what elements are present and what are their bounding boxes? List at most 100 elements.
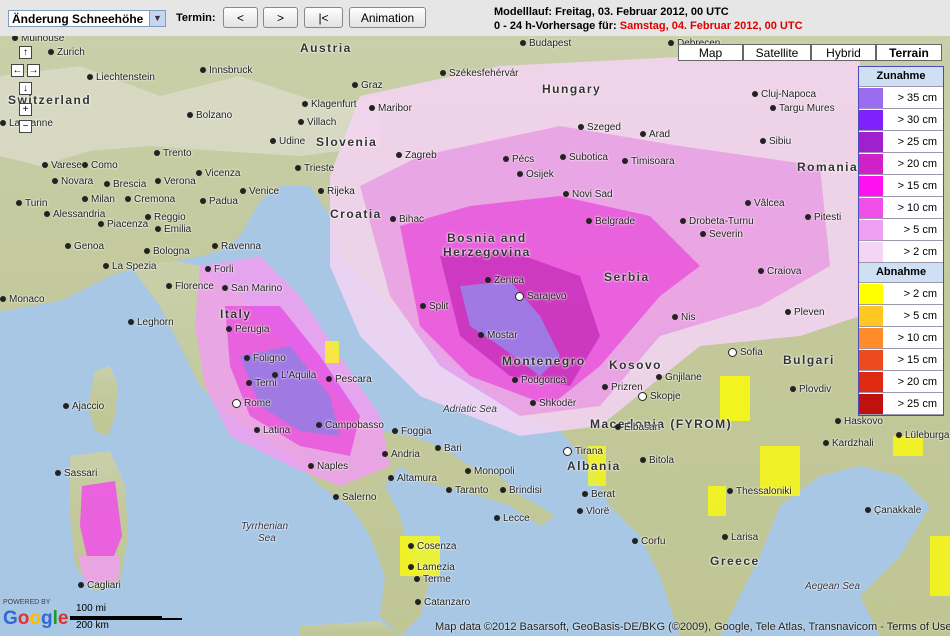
city-sofia: Sofia bbox=[728, 347, 763, 358]
legend-zunahme-label: > 25 cm bbox=[897, 135, 937, 148]
zoom-out-button[interactable]: − bbox=[19, 120, 32, 133]
forecast-text: 0 - 24 h-Vorhersage für: Samstag, 04. Fe… bbox=[494, 20, 803, 32]
city-bari: Bari bbox=[435, 443, 462, 454]
legend-zunahme-swatch bbox=[859, 241, 883, 262]
zoom-in-button[interactable]: + bbox=[19, 103, 32, 116]
legend-abnahme-label: > 20 cm bbox=[897, 375, 937, 388]
chevron-down-icon[interactable]: ▼ bbox=[149, 11, 165, 26]
city-monaco: Monaco bbox=[0, 294, 45, 305]
city-novi-sad: Novi Sad bbox=[563, 189, 613, 200]
city-timisoara: Timisoara bbox=[622, 156, 675, 167]
google-logo[interactable]: POWERED BY Google bbox=[3, 599, 68, 630]
city-podgorica: Podgorica bbox=[512, 375, 566, 386]
city-rome: Rome bbox=[232, 398, 271, 409]
city-brescia: Brescia bbox=[104, 179, 146, 190]
city-emilia: Emilia bbox=[155, 224, 191, 235]
label-bosnia-2: Herzegovina bbox=[443, 245, 531, 259]
first-button[interactable]: |< bbox=[304, 7, 343, 28]
city-terme: Terme bbox=[414, 574, 451, 585]
city-osijek: Osijek bbox=[517, 169, 554, 180]
city-cosenza: Cosenza bbox=[408, 541, 456, 552]
city-thessaloniki: Thessaloniki bbox=[727, 486, 792, 497]
city-shkoder: Shkodër bbox=[530, 398, 576, 409]
city-maribor: Maribor bbox=[369, 103, 412, 114]
legend-abnahme-row: > 20 cm bbox=[859, 371, 943, 393]
city-sarajevo: Sarajevo bbox=[515, 291, 566, 302]
pan-up-button[interactable]: ↑ bbox=[19, 46, 32, 59]
legend-abnahme-swatch bbox=[859, 327, 883, 348]
animation-button[interactable]: Animation bbox=[349, 7, 426, 28]
variable-select[interactable]: Änderung Schneehöhe ▼ bbox=[8, 10, 166, 27]
pan-left-button[interactable]: ← bbox=[11, 64, 24, 77]
label-greece: Greece bbox=[710, 554, 760, 568]
map-copyright: Map data ©2012 Basarsoft, GeoBasis-DE/BK… bbox=[435, 621, 950, 633]
city-plovdiv: Plovdiv bbox=[790, 384, 831, 395]
legend-zunahme-swatch bbox=[859, 153, 883, 174]
city-szekesfehervar: Székesfehérvár bbox=[440, 68, 518, 79]
city-subotica: Subotica bbox=[560, 152, 608, 163]
map-type-satellite[interactable]: Satellite bbox=[743, 44, 811, 61]
legend-zunahme-swatch bbox=[859, 87, 883, 108]
city-corfu: Corfu bbox=[632, 536, 665, 547]
pan-down-button[interactable]: ↓ bbox=[19, 82, 32, 95]
city-cremona: Cremona bbox=[125, 194, 175, 205]
variable-select-value: Änderung Schneehöhe bbox=[12, 12, 144, 26]
toolbar: Änderung Schneehöhe ▼ Termin: < > |< Ani… bbox=[0, 0, 950, 36]
label-serbia: Serbia bbox=[604, 270, 650, 284]
legend-abnahme-row: > 15 cm bbox=[859, 349, 943, 371]
legend-abnahme-title: Abnahme bbox=[859, 263, 943, 283]
city-perugia: Perugia bbox=[226, 324, 269, 335]
label-bosnia-1: Bosnia and bbox=[447, 231, 527, 245]
legend-zunahme-label: > 30 cm bbox=[897, 113, 937, 126]
next-button[interactable]: > bbox=[263, 7, 298, 28]
legend-abnahme-label: > 5 cm bbox=[903, 309, 937, 322]
prev-button[interactable]: < bbox=[223, 7, 258, 28]
city-bologna: Bologna bbox=[144, 246, 190, 257]
city-ajaccio: Ajaccio bbox=[63, 401, 104, 412]
city-haskovo: Haskovo bbox=[835, 416, 883, 427]
forecast-prefix: 0 - 24 h-Vorhersage für: bbox=[494, 20, 617, 32]
label-tyrrhenian-1: Tyrrhenian bbox=[241, 521, 289, 532]
city-valcea: Vâlcea bbox=[745, 198, 785, 209]
legend-abnahme-swatch bbox=[859, 393, 883, 414]
map-type-terrain[interactable]: Terrain bbox=[876, 44, 942, 61]
map-type-hybrid[interactable]: Hybrid bbox=[811, 44, 876, 61]
city-targu-mures: Targu Mures bbox=[770, 103, 835, 114]
scale-bar: 100 mi 200 km bbox=[70, 603, 182, 633]
city-naples: Naples bbox=[308, 461, 348, 472]
legend-zunahme-row: > 15 cm bbox=[859, 175, 943, 197]
city-varese: Varese bbox=[42, 160, 82, 171]
map-type-map[interactable]: Map bbox=[678, 44, 743, 61]
city-nis: Nis bbox=[672, 312, 695, 323]
map-canvas[interactable]: Austria Hungary Switzerland Slovenia Cro… bbox=[0, 36, 950, 636]
city-piacenza: Piacenza bbox=[98, 219, 148, 230]
legend-zunahme-row: > 5 cm bbox=[859, 219, 943, 241]
city-leghorn: Leghorn bbox=[128, 317, 174, 328]
city-padua: Padua bbox=[200, 196, 238, 207]
city-novara: Novara bbox=[52, 176, 93, 187]
pan-right-button[interactable]: → bbox=[27, 64, 40, 77]
city-graz: Graz bbox=[352, 80, 383, 91]
legend-zunahme-row: > 30 cm bbox=[859, 109, 943, 131]
legend-abnahme-row: > 2 cm bbox=[859, 283, 943, 305]
legend-zunahme-swatch bbox=[859, 109, 883, 130]
city-altamura: Altamura bbox=[388, 473, 437, 484]
legend-abnahme-label: > 15 cm bbox=[897, 353, 937, 366]
legend-zunahme-row: > 20 cm bbox=[859, 153, 943, 175]
city-reggio: Reggio bbox=[145, 212, 186, 223]
legend-abnahme-swatch bbox=[859, 283, 883, 304]
city-split: Split bbox=[420, 301, 448, 312]
city-belgrade: Belgrade bbox=[586, 216, 635, 227]
legend-abnahme-row: > 10 cm bbox=[859, 327, 943, 349]
city-rijeka: Rijeka bbox=[318, 186, 355, 197]
city-trento: Trento bbox=[154, 148, 192, 159]
city-trieste: Trieste bbox=[295, 163, 334, 174]
city-foligno: Foligno bbox=[244, 353, 286, 364]
city-klagenfurt: Klagenfurt bbox=[302, 99, 357, 110]
city-tirana: Tirana bbox=[563, 446, 603, 457]
city-campobasso: Campobasso bbox=[316, 420, 384, 431]
city-forli: Forli bbox=[205, 264, 233, 275]
city-severin: Severin bbox=[700, 229, 743, 240]
city-udine: Udine bbox=[270, 136, 305, 147]
legend-zunahme-swatch bbox=[859, 175, 883, 196]
